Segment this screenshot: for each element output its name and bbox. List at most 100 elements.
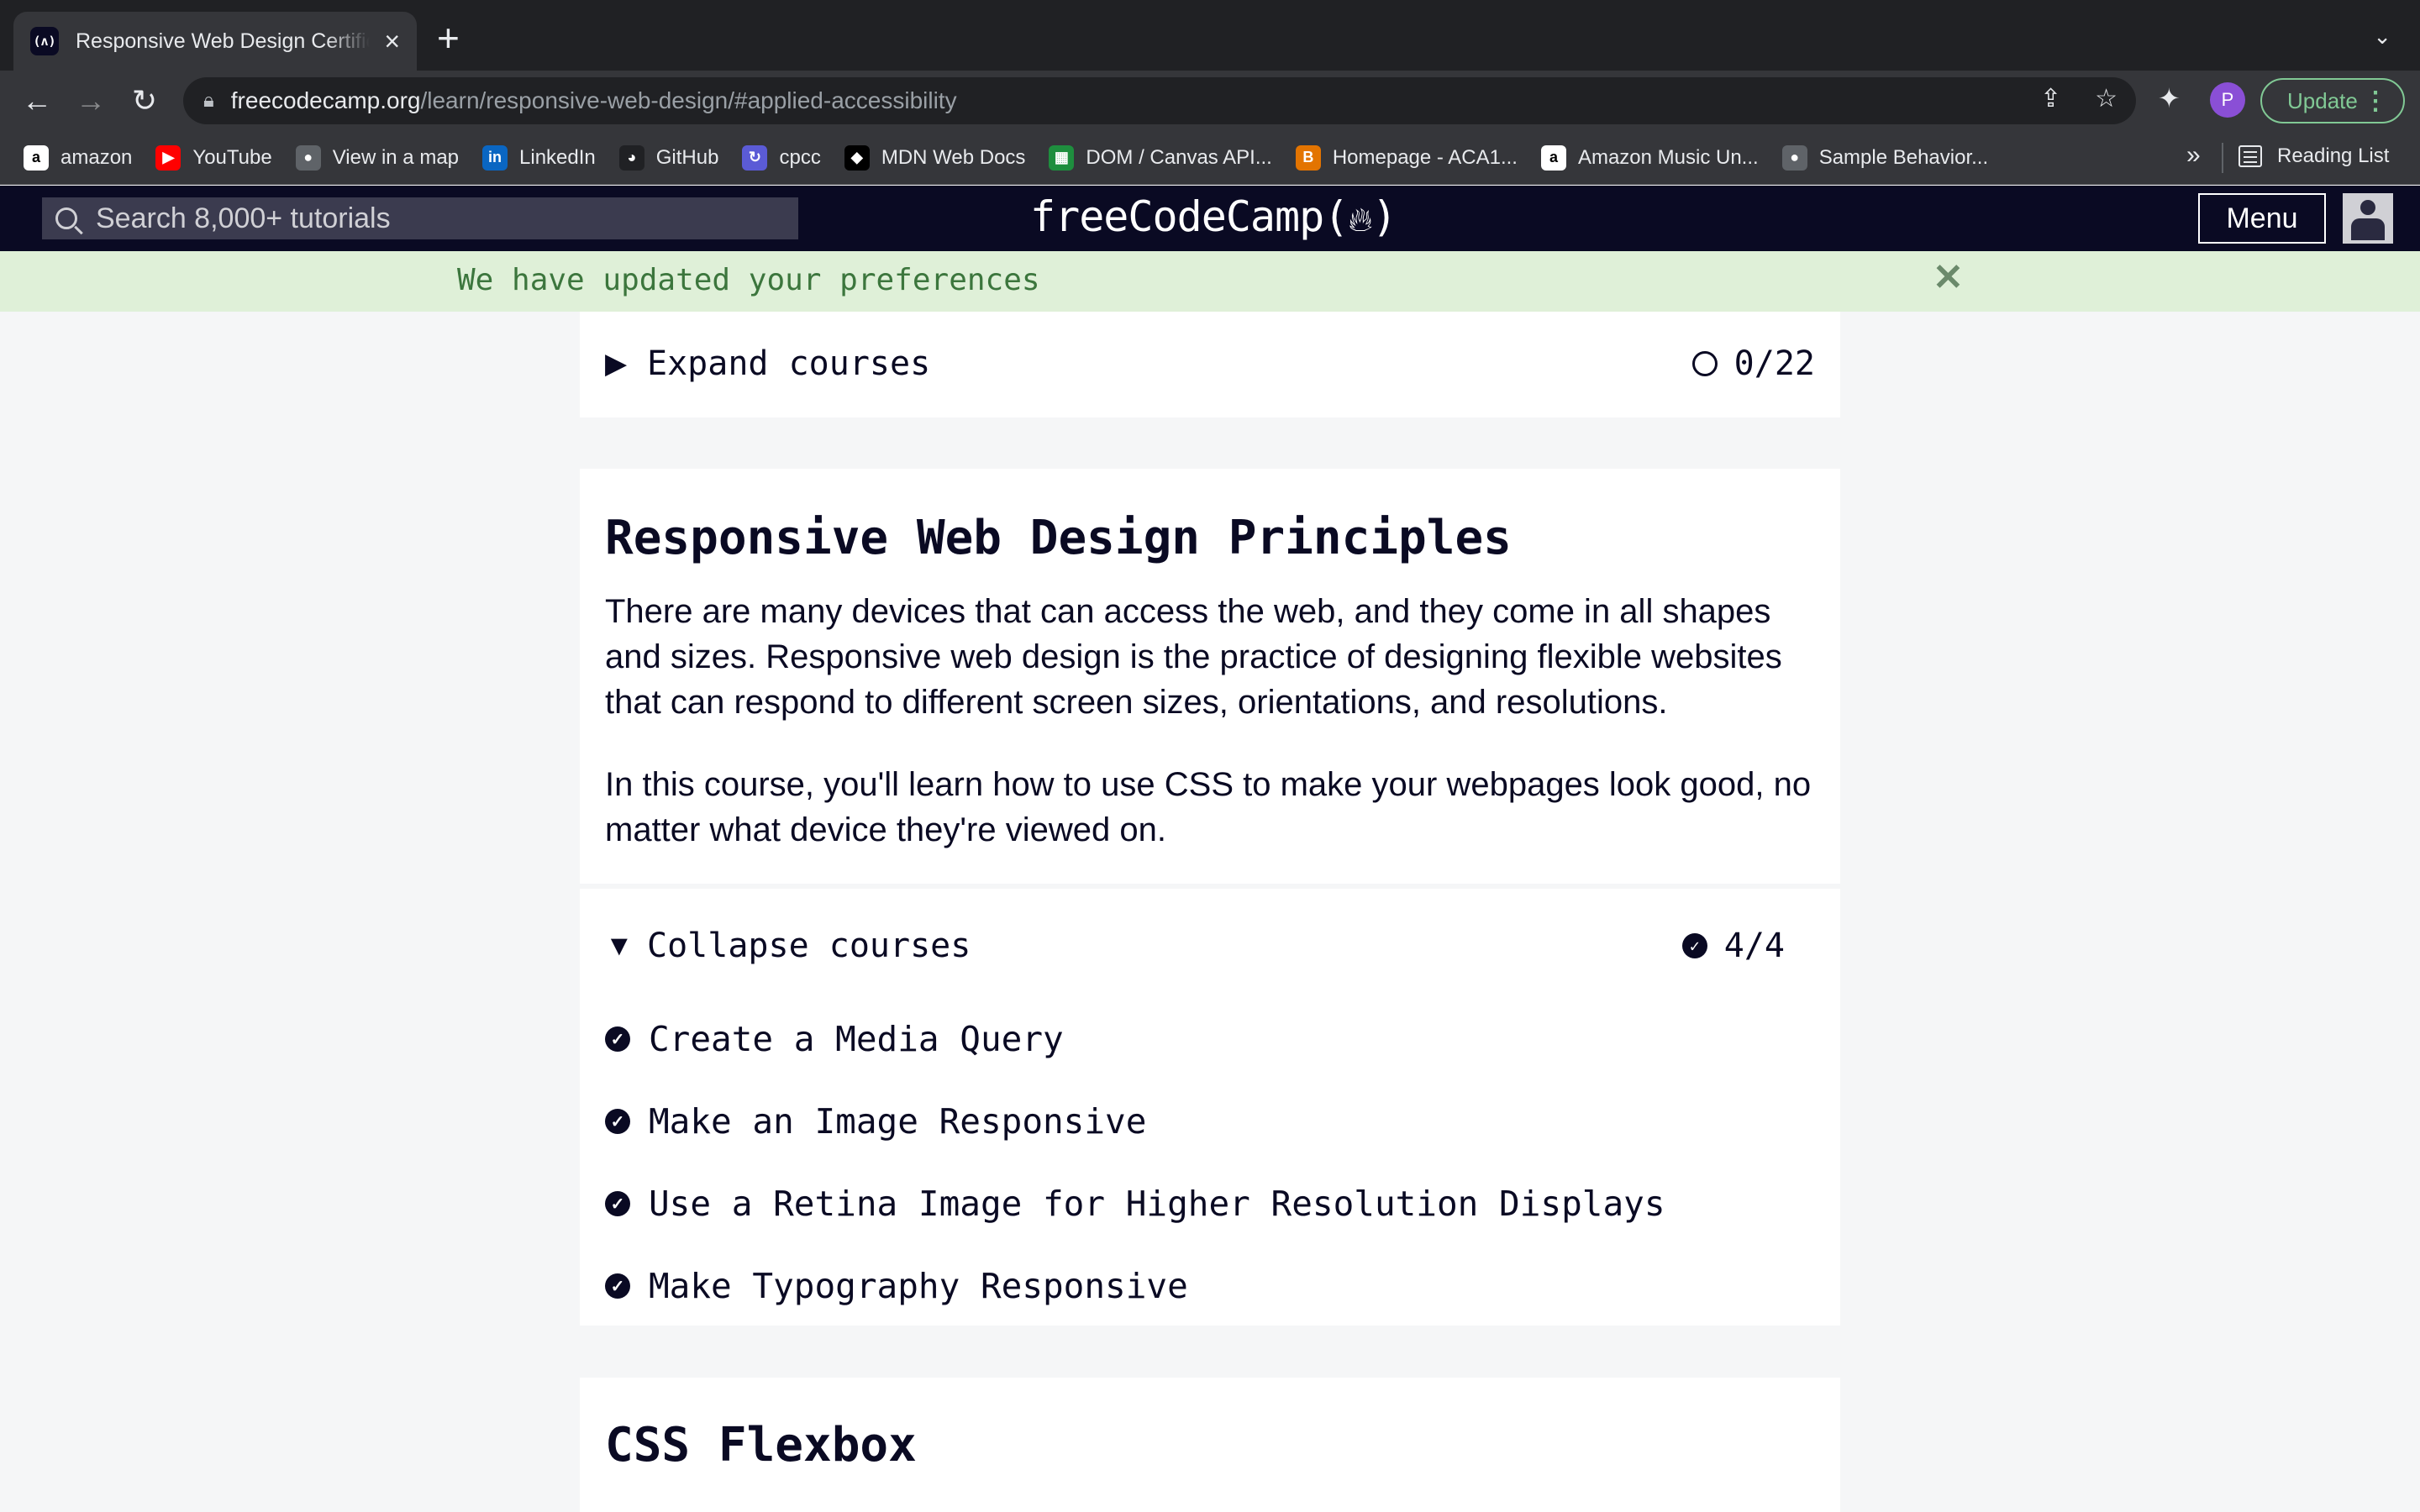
- browser-tab-strip: (ʌ) Responsive Web Design Certification …: [0, 0, 2420, 71]
- course-link[interactable]: Make an Image Responsive: [649, 1101, 1146, 1142]
- rwd-principles-intro-card: Responsive Web Design Principles There a…: [580, 469, 1840, 884]
- bookmark-label: Sample Behavior...: [1818, 145, 1989, 169]
- bookmark-item[interactable]: in LinkedIn: [482, 144, 596, 171]
- reading-list-label: Reading List: [2277, 144, 2390, 167]
- collapse-courses-toggle[interactable]: ▼ Collapse courses ✓ 4/4: [580, 889, 1840, 998]
- github-icon: ◕: [618, 144, 644, 171]
- previous-block-card: ▶ Expand courses 0/22: [580, 312, 1840, 417]
- course-item[interactable]: ✓ Create a Media Query: [580, 998, 1840, 1080]
- rwd-principles-courses-card: ▼ Collapse courses ✓ 4/4 ✓ Create a Media…: [580, 889, 1840, 1326]
- bookmark-label: View in a map: [332, 145, 460, 169]
- bookmarks-overflow-icon[interactable]: »: [2186, 141, 2201, 170]
- flash-message-text: We have updated your preferences: [457, 263, 1040, 297]
- bookmark-label: YouTube: [192, 145, 272, 169]
- bookmark-label: Amazon Music Un...: [1577, 145, 1759, 169]
- bookmark-star-icon[interactable]: ☆: [2095, 84, 2118, 113]
- block-description: There are many devices that can access t…: [605, 593, 1782, 721]
- check-circle-icon: ✓: [605, 1273, 630, 1299]
- bookmark-item[interactable]: ▶ YouTube: [155, 144, 272, 171]
- bookmark-label: amazon: [60, 145, 133, 169]
- sheet-icon: ▦: [1049, 144, 1075, 171]
- reading-list-icon: [2238, 145, 2262, 167]
- course-link[interactable]: Use a Retina Image for Higher Resolution…: [649, 1184, 1665, 1224]
- course-link[interactable]: Make Typography Responsive: [649, 1266, 1188, 1306]
- mdn-icon: ◆: [844, 144, 870, 171]
- bookmark-label: cpcc: [779, 145, 821, 169]
- flame-icon: 🔥︎: [1348, 201, 1372, 239]
- bookmark-item[interactable]: ● View in a map: [295, 144, 460, 171]
- expand-courses-toggle[interactable]: ▶ Expand courses 0/22: [580, 312, 1840, 416]
- collapse-courses-label: Collapse courses: [647, 927, 971, 965]
- bookmark-item[interactable]: ◕ GitHub: [618, 144, 719, 171]
- extensions-puzzle-icon[interactable]: ✦: [2158, 82, 2181, 114]
- close-icon[interactable]: ✕: [1933, 260, 1964, 297]
- reading-list-button[interactable]: Reading List: [2238, 144, 2389, 168]
- tab-title: Responsive Web Design Certification: [76, 29, 370, 53]
- bookmark-item[interactable]: ● Sample Behavior...: [1781, 144, 1989, 171]
- new-tab-icon[interactable]: +: [437, 18, 460, 57]
- block-title[interactable]: CSS Flexbox: [605, 1418, 1815, 1473]
- bookmarks-divider: [2222, 143, 2223, 173]
- bookmark-item[interactable]: a amazon: [24, 144, 133, 171]
- fcc-search-bar[interactable]: [42, 197, 798, 239]
- search-icon: [55, 207, 77, 229]
- check-circle-icon: ✓: [605, 1026, 630, 1052]
- tab-search-chevron-icon[interactable]: ⌄: [2373, 24, 2391, 50]
- more-menu-icon[interactable]: ⋮: [2363, 87, 2388, 116]
- block-progress: ✓ 4/4: [1681, 927, 1785, 965]
- course-item[interactable]: ✓ Make Typography Responsive: [580, 1245, 1840, 1327]
- browser-tab-active[interactable]: (ʌ) Responsive Web Design Certification …: [13, 12, 417, 71]
- expand-courses-label: Expand courses: [647, 344, 931, 383]
- check-circle-icon: ✓: [605, 1191, 630, 1216]
- fcc-navbar: freeCodeCamp(🔥︎) Menu: [0, 186, 2420, 251]
- browser-toolbar: ← → ↻ 🔒︎ freecodecamp.org/learn/responsi…: [0, 71, 2420, 131]
- course-list: ✓ Create a Media Query ✓ Make an Image Resp…: [580, 998, 1840, 1327]
- course-item[interactable]: ✓ Make an Image Responsive: [580, 1080, 1840, 1163]
- address-bar[interactable]: 🔒︎ freecodecamp.org/learn/responsive-web…: [183, 77, 2136, 124]
- caret-right-icon: ▶: [605, 348, 628, 380]
- bookmark-label: DOM / Canvas API...: [1086, 145, 1272, 169]
- globe-icon: ●: [295, 144, 321, 171]
- tab-close-icon[interactable]: ×: [384, 28, 400, 55]
- forward-arrow-icon[interactable]: →: [72, 82, 109, 119]
- amazon-icon: a: [24, 144, 49, 171]
- flash-message: We have updated your preferences ✕: [0, 251, 2420, 312]
- bookmark-label: MDN Web Docs: [881, 145, 1026, 169]
- bookmark-item[interactable]: ↻ cpcc: [742, 144, 821, 171]
- globe-icon: ●: [1781, 144, 1807, 171]
- linkedin-icon: in: [482, 144, 508, 171]
- update-button[interactable]: Update ⋮: [2260, 78, 2405, 123]
- block-progress: 0/22: [1691, 344, 1815, 383]
- bookmark-label: GitHub: [655, 145, 719, 169]
- course-item[interactable]: ✓ Use a Retina Image for Higher Resolutio…: [580, 1163, 1840, 1245]
- menu-button[interactable]: Menu: [2198, 193, 2326, 244]
- bookmark-item[interactable]: B Homepage - ACA1...: [1295, 144, 1518, 171]
- fcc-logo[interactable]: freeCodeCamp(🔥︎): [1030, 192, 1397, 241]
- fcc-search-input[interactable]: [96, 202, 785, 235]
- incomplete-circle-icon: [1691, 351, 1718, 376]
- check-circle-icon: ✓: [605, 1109, 630, 1134]
- bookmark-label: LinkedIn: [519, 145, 596, 169]
- back-arrow-icon[interactable]: ←: [18, 82, 55, 119]
- bookmark-item[interactable]: a Amazon Music Un...: [1540, 144, 1759, 171]
- user-avatar[interactable]: [2343, 193, 2393, 244]
- bookmarks-bar: a amazon ▶ YouTube ● View in a map in LinkedIn ◕…: [0, 131, 2420, 185]
- course-link[interactable]: Create a Media Query: [649, 1019, 1064, 1059]
- aca-icon: B: [1295, 144, 1321, 171]
- share-icon[interactable]: ⇪: [2040, 84, 2061, 113]
- profile-avatar[interactable]: P: [2210, 82, 2245, 118]
- check-circle-icon: ✓: [1681, 933, 1707, 958]
- fcc-favicon-icon: (ʌ): [30, 27, 59, 55]
- lock-icon: 🔒︎: [203, 89, 214, 112]
- block-title[interactable]: Responsive Web Design Principles: [605, 511, 1815, 565]
- caret-down-icon: ▼: [605, 929, 634, 962]
- bookmark-label: Homepage - ACA1...: [1332, 145, 1518, 169]
- youtube-icon: ▶: [155, 144, 182, 171]
- block-description: In this course, you'll learn how to use …: [605, 766, 1812, 848]
- css-flexbox-card: CSS Flexbox: [580, 1378, 1840, 1512]
- bookmark-item[interactable]: ◆ MDN Web Docs: [844, 144, 1026, 171]
- reload-icon[interactable]: ↻: [126, 82, 163, 119]
- bookmark-item[interactable]: ▦ DOM / Canvas API...: [1049, 144, 1272, 171]
- amazon-icon: a: [1540, 144, 1566, 171]
- url-text: freecodecamp.org/learn/responsive-web-de…: [230, 87, 957, 113]
